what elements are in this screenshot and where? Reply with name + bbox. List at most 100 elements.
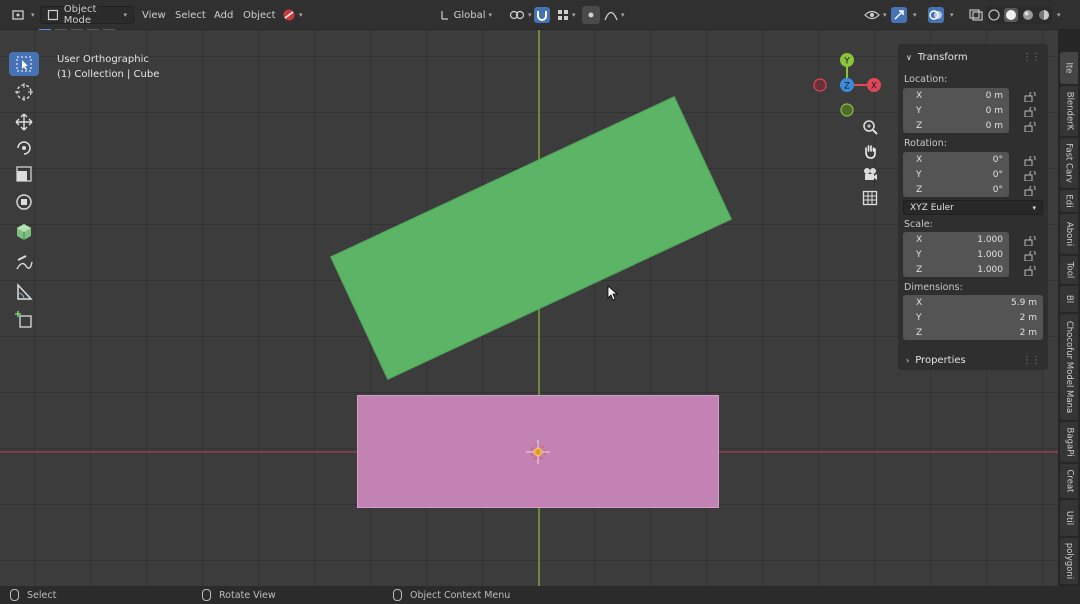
rotated-green-plane[interactable] (330, 96, 732, 380)
scale-y-field[interactable]: Y 1.000 (903, 247, 1009, 262)
lock-scale-y-icon[interactable] (1024, 251, 1036, 261)
active-context: (1) Collection | Cube (57, 69, 160, 80)
tab-label: Bl (1063, 294, 1074, 304)
pivot-icon (509, 10, 525, 20)
menu-view[interactable]: View (138, 6, 170, 24)
dimension-x-field[interactable]: X 5.9 m (903, 295, 1043, 310)
tab-util[interactable]: Util (1060, 500, 1078, 536)
add-object-tool[interactable] (9, 308, 39, 332)
rotation-z-field[interactable]: Z 0° (903, 182, 1009, 197)
measure-tool[interactable] (9, 280, 39, 304)
tab-edit[interactable]: Edi (1060, 190, 1078, 212)
tab-aboni[interactable]: Aboni (1060, 214, 1078, 254)
tab-bagapie[interactable]: BagaPi (1060, 422, 1078, 462)
ortho-toggle-button[interactable] (858, 186, 882, 210)
pivot-button[interactable]: ▾ (505, 6, 536, 24)
tab-chocofur[interactable]: Chocofur Model Mana (1060, 314, 1078, 420)
visibility-button[interactable]: ▾ (860, 6, 891, 24)
annotate-tool[interactable] (9, 252, 39, 276)
zoom-button[interactable] (858, 115, 882, 139)
tab-blenderkit[interactable]: BlenderK (1060, 86, 1078, 136)
menu-select[interactable]: Select (171, 6, 210, 24)
lock-scale-x-icon[interactable] (1024, 236, 1036, 246)
lock-location-y-icon[interactable] (1024, 107, 1036, 117)
menu-add[interactable]: Add (210, 6, 237, 24)
mode-dropdown[interactable]: Object Mode ▾ (40, 4, 134, 26)
scale-x-field[interactable]: X 1.000 (903, 232, 1009, 247)
annotate-pen-icon (16, 255, 33, 270)
axis-label: Y (916, 312, 922, 323)
overlays-options[interactable]: ▾ (943, 6, 958, 24)
location-z-field[interactable]: Z 0 m (903, 118, 1009, 133)
move-tool[interactable] (9, 110, 39, 134)
proportional-edit-toggle[interactable] (582, 6, 600, 24)
status-bar: Select Rotate View Object Context Menu (0, 586, 1080, 604)
scale-z-field[interactable]: Z 1.000 (903, 262, 1009, 277)
object-origin-dot (534, 448, 542, 456)
transform-tool[interactable] (9, 190, 39, 214)
add-cube-tool[interactable] (9, 220, 39, 244)
object-mode-icon (47, 9, 58, 21)
location-x-field[interactable]: X 0 m (903, 88, 1009, 103)
lock-rotation-x-icon[interactable] (1024, 156, 1036, 166)
camera-view-button[interactable] (858, 162, 882, 186)
drag-handle-icon[interactable]: ⋮⋮ (1022, 355, 1041, 366)
select-box-tool[interactable] (9, 52, 39, 76)
dimensions-label: Dimensions: (904, 282, 963, 293)
left-mouse-icon (10, 589, 19, 601)
lock-scale-z-icon[interactable] (1024, 266, 1036, 276)
gizmo-options[interactable]: ▾ (906, 6, 921, 24)
dimension-y-field[interactable]: Y 2 m (903, 310, 1043, 325)
transform-header[interactable]: ∨ Transform ⋮⋮ (898, 44, 1048, 70)
lock-rotation-z-icon[interactable] (1024, 186, 1036, 196)
shading-switcher[interactable] (986, 6, 1052, 24)
scale-tool[interactable] (9, 162, 39, 186)
properties-header[interactable]: › Properties ⋮⋮ (898, 350, 1048, 370)
rendered-shading-icon (1039, 10, 1049, 20)
pan-button[interactable] (858, 139, 882, 163)
cursor-tool[interactable] (9, 80, 39, 104)
axis-label: Y (916, 249, 922, 260)
field-value: 0° (992, 154, 1003, 165)
snap-target-button[interactable]: ▾ (553, 6, 580, 24)
axis-label: Y (916, 169, 922, 180)
shading-options[interactable]: ▾ (1050, 6, 1065, 24)
chevron-right-icon: › (906, 355, 910, 365)
rotation-y-field[interactable]: Y 0° (903, 167, 1009, 182)
field-value: 1.000 (977, 264, 1003, 275)
gizmo-neg-y-icon[interactable] (840, 103, 854, 117)
tab-item[interactable]: Ite (1060, 52, 1078, 84)
lock-location-x-icon[interactable] (1024, 92, 1036, 102)
gpencil-button[interactable]: ▾ (278, 6, 307, 24)
lock-location-z-icon[interactable] (1024, 122, 1036, 132)
tab-label: Chocofur Model Mana (1064, 320, 1074, 414)
menu-object[interactable]: Object (239, 6, 280, 24)
dimension-z-field[interactable]: Z 2 m (903, 325, 1043, 340)
camera-icon (864, 168, 877, 180)
rotation-x-field[interactable]: X 0° (903, 152, 1009, 167)
material-shading-icon (1023, 10, 1033, 20)
tab-create[interactable]: Creat (1060, 464, 1078, 498)
lock-rotation-y-icon[interactable] (1024, 171, 1036, 181)
drag-handle-icon[interactable]: ⋮⋮ (1022, 52, 1041, 63)
tab-fast-carve[interactable]: Fast Carv (1060, 138, 1078, 188)
wireframe-shading-icon (988, 9, 1000, 21)
xray-toggle[interactable] (965, 6, 987, 24)
orientation-dropdown[interactable]: Global ▾ (434, 6, 498, 24)
axis-label: X (916, 154, 923, 165)
editor-type-button[interactable]: ▾ (8, 6, 39, 24)
gizmo-neg-x-icon[interactable] (813, 78, 827, 92)
snap-toggle[interactable] (534, 6, 550, 24)
rotation-mode-dropdown[interactable]: XYZ Euler ▾ (903, 200, 1043, 215)
tab-bl[interactable]: Bl (1060, 286, 1078, 312)
tab-label: Ite (1063, 62, 1074, 74)
status-select-label: Select (27, 589, 57, 601)
tab-polygoniq[interactable]: polygoni (1060, 538, 1078, 584)
location-y-field[interactable]: Y 0 m (903, 103, 1009, 118)
falloff-button[interactable]: ▾ (600, 6, 629, 24)
snap-grid-icon (558, 10, 568, 20)
rotate-tool[interactable] (9, 136, 39, 160)
tab-tool[interactable]: Tool (1060, 256, 1078, 284)
xray-icon (969, 9, 983, 21)
status-context-menu: Object Context Menu (393, 589, 510, 601)
